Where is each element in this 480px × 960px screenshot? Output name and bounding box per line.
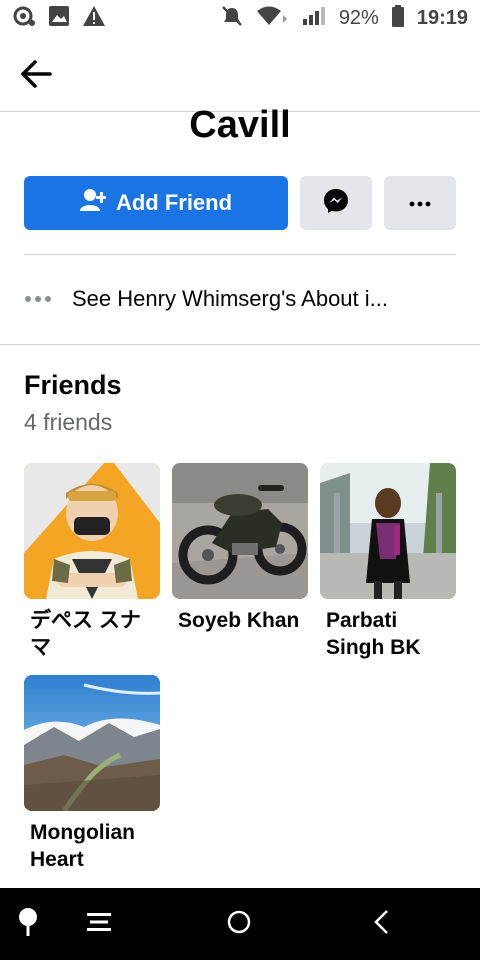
status-left xyxy=(12,5,106,32)
divider xyxy=(24,254,456,255)
profile-name: Cavill xyxy=(189,104,291,146)
section-divider xyxy=(0,344,480,345)
friend-name[interactable]: デペス スナマ xyxy=(24,607,160,661)
mute-icon xyxy=(221,5,243,32)
back-icon xyxy=(371,909,391,940)
home-icon xyxy=(226,909,252,940)
more-icon xyxy=(409,194,431,212)
friend-name[interactable]: Parbati Singh BK xyxy=(320,607,456,661)
menu-icon xyxy=(86,911,112,938)
home-button[interactable] xyxy=(219,906,259,942)
friend-card[interactable]: Parbati Singh BK xyxy=(320,463,456,661)
gallery-icon xyxy=(48,5,70,32)
battery-percent: 92% xyxy=(338,6,379,29)
more-options-button[interactable] xyxy=(384,176,456,230)
pin-button[interactable] xyxy=(8,906,48,942)
add-user-icon xyxy=(79,188,107,218)
profile-actions: Add Friend xyxy=(24,176,456,230)
friends-count[interactable]: 4 friends xyxy=(24,409,112,436)
messenger-button[interactable] xyxy=(300,176,372,230)
system-nav-bar xyxy=(0,888,480,960)
battery-icon xyxy=(391,4,405,32)
signal-icon xyxy=(301,5,327,32)
friend-photo[interactable] xyxy=(172,463,308,599)
friend-photo[interactable] xyxy=(24,463,160,599)
warning-icon xyxy=(82,5,106,32)
wifi-icon xyxy=(255,5,289,32)
pin-icon xyxy=(17,907,39,942)
back-arrow-icon xyxy=(19,59,53,94)
ellipsis-icon xyxy=(24,290,52,308)
top-app-bar xyxy=(0,36,480,112)
notification-icon xyxy=(12,5,36,32)
clock: 19:19 xyxy=(416,6,468,29)
messenger-icon xyxy=(323,188,349,219)
add-friend-button[interactable]: Add Friend xyxy=(24,176,288,230)
friend-photo[interactable] xyxy=(24,675,160,811)
back-button[interactable] xyxy=(12,54,60,98)
friend-card[interactable]: Mongolian Heart xyxy=(24,675,160,873)
add-friend-label: Add Friend xyxy=(115,190,233,215)
status-right: 92% 19:19 xyxy=(221,4,468,32)
friend-card[interactable]: Soyeb Khan xyxy=(172,463,308,634)
friend-card[interactable]: デペス スナマ xyxy=(24,463,160,661)
status-bar: 92% 19:19 xyxy=(0,0,480,36)
friend-name[interactable]: Mongolian Heart xyxy=(24,819,160,873)
friend-photo[interactable] xyxy=(320,463,456,599)
about-text: See Henry Whimserg's About i... xyxy=(72,286,388,311)
friend-name[interactable]: Soyeb Khan xyxy=(172,607,308,634)
menu-button[interactable] xyxy=(79,906,119,942)
see-about-link[interactable]: See Henry Whimserg's About i... xyxy=(24,276,456,322)
system-back-button[interactable] xyxy=(361,906,401,942)
friends-title: Friends xyxy=(24,370,122,400)
